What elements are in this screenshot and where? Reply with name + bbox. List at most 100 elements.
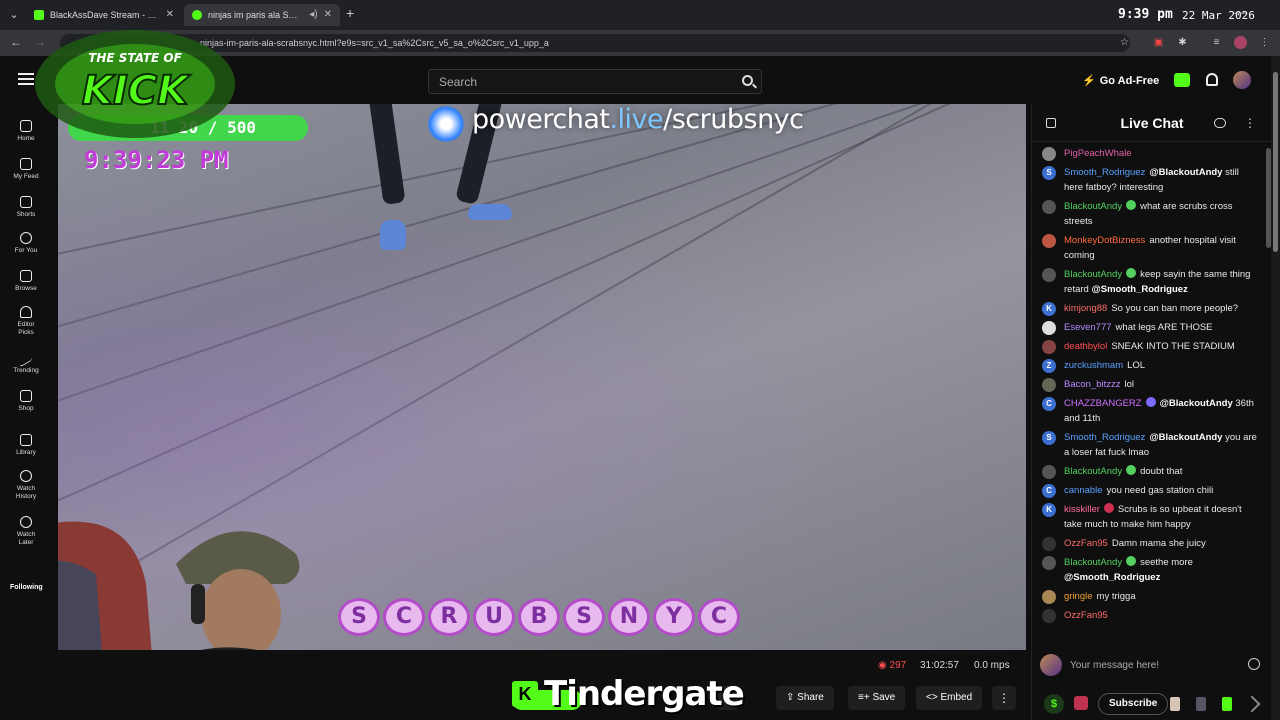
nav-item-watch-later[interactable]: Watch Later: [0, 516, 52, 547]
left-nav: Home My Feed Shorts For You Browse Edito…: [0, 104, 52, 720]
extension-icon[interactable]: ▣: [1152, 36, 1165, 49]
nav-item-watch-history[interactable]: Watch History: [0, 470, 52, 501]
search-icon[interactable]: [742, 75, 753, 86]
avatar[interactable]: [1042, 321, 1056, 335]
avatar[interactable]: [1042, 590, 1056, 604]
chat-more-icon[interactable]: ⋮: [1244, 116, 1256, 130]
avatar[interactable]: [1042, 378, 1056, 392]
chat-username[interactable]: PigPeachWhale: [1064, 148, 1132, 159]
overlay-clock: 9:39:23 PM: [84, 146, 229, 174]
emote-icon[interactable]: [1196, 697, 1206, 711]
new-tab-button[interactable]: +: [346, 5, 354, 21]
chat-mention[interactable]: @BlackoutAndy: [1149, 432, 1222, 443]
send-icon[interactable]: [1243, 695, 1261, 713]
bookmark-star-icon[interactable]: ☆: [1118, 36, 1131, 49]
chat-username[interactable]: OzzFan95: [1064, 538, 1108, 549]
chat-username[interactable]: BlackoutAndy: [1064, 201, 1122, 212]
avatar[interactable]: K: [1042, 302, 1056, 316]
tab-close-icon[interactable]: ✕: [166, 4, 174, 26]
avatar[interactable]: [1042, 537, 1056, 551]
avatar[interactable]: [1042, 609, 1056, 623]
chat-username[interactable]: Bacon_bitzzz: [1064, 379, 1121, 390]
avatar[interactable]: K: [1042, 503, 1056, 517]
browser-tab-1[interactable]: BlackAssDave Stream - Watch L ✕: [26, 4, 182, 26]
chat-username[interactable]: BlackoutAndy: [1064, 466, 1122, 477]
chat-username[interactable]: deathbylol: [1064, 341, 1107, 352]
gift-icon[interactable]: [1174, 73, 1190, 87]
chat-username[interactable]: BlackoutAndy: [1064, 557, 1122, 568]
chat-mention[interactable]: @Smooth_Rodriguez: [1064, 572, 1160, 583]
chat-settings-icon[interactable]: [1214, 118, 1226, 128]
chat-mention[interactable]: @BlackoutAndy: [1149, 167, 1222, 178]
avatar[interactable]: [1042, 340, 1056, 354]
nav-item-shop[interactable]: Shop: [0, 390, 52, 413]
avatar[interactable]: S: [1042, 166, 1056, 180]
chat-username[interactable]: BlackoutAndy: [1064, 269, 1122, 280]
dollar-icon[interactable]: $: [1044, 694, 1064, 714]
chat-username[interactable]: zurckushmam: [1064, 360, 1123, 371]
chat-username[interactable]: gringle: [1064, 591, 1093, 602]
browser-tab-2[interactable]: ninjas im paris ala SCRABSN ◂) ✕: [184, 4, 340, 26]
nav-item-library[interactable]: Library: [0, 434, 52, 457]
emote-icon[interactable]: [1170, 697, 1180, 711]
nav-item-editor-picks[interactable]: Editor Picks: [0, 306, 52, 337]
avatar[interactable]: [1042, 234, 1056, 248]
chat-username[interactable]: OzzFan95: [1064, 610, 1108, 621]
scroll-thumb[interactable]: [1273, 72, 1278, 252]
chat-username[interactable]: kimjong88: [1064, 303, 1107, 314]
go-adfree-button[interactable]: ⚡ Go Ad-Free: [1082, 74, 1159, 87]
menu-list-icon[interactable]: ≡: [1210, 36, 1223, 49]
trending-icon: [20, 348, 32, 368]
chat-username[interactable]: MonkeyDotBizness: [1064, 235, 1145, 246]
chat-mention[interactable]: @BlackoutAndy: [1160, 398, 1233, 409]
puzzle-icon[interactable]: ✱: [1176, 36, 1189, 49]
emoji-icon[interactable]: [1248, 658, 1260, 670]
avatar[interactable]: [1042, 465, 1056, 479]
chat-message-input[interactable]: [1070, 652, 1250, 678]
chat-username[interactable]: Smooth_Rodriguez: [1064, 432, 1145, 443]
embed-button[interactable]: <> Embed: [916, 686, 983, 710]
nav-item-trending[interactable]: Trending: [0, 348, 52, 375]
page-scrollbar[interactable]: [1271, 56, 1280, 720]
avatar[interactable]: [1042, 147, 1056, 161]
chat-username[interactable]: Eseven777: [1064, 322, 1112, 333]
avatar[interactable]: Z: [1042, 359, 1056, 373]
chat-username[interactable]: CHAZZBANGERZ: [1064, 398, 1142, 409]
nav-item-browse[interactable]: Browse: [0, 270, 52, 293]
search-input[interactable]: [429, 70, 729, 93]
gift-icon[interactable]: [1074, 696, 1088, 710]
browser-menu-icon[interactable]: ⋮: [1258, 36, 1271, 49]
chat-username[interactable]: kisskiller: [1064, 504, 1100, 515]
chat-message: C CHAZZBANGERZ @BlackoutAndy 36th and 11th: [1032, 394, 1264, 428]
minimize-icon[interactable]: —: [1234, 5, 1246, 19]
more-options-icon[interactable]: ⋮: [992, 686, 1016, 710]
save-button[interactable]: ≡+ Save: [848, 686, 906, 710]
tab-close-icon[interactable]: ✕: [324, 4, 332, 26]
avatar[interactable]: S: [1042, 431, 1056, 445]
chat-mention[interactable]: @Smooth_Rodriguez: [1091, 284, 1187, 295]
nav-item-for-you[interactable]: For You: [0, 232, 52, 255]
chat-username[interactable]: Smooth_Rodriguez: [1064, 167, 1145, 178]
nav-label: Watch History: [15, 485, 37, 500]
tab-list-chevron-icon[interactable]: ⌄: [6, 7, 22, 23]
subscribe-button[interactable]: Subscribe: [1098, 693, 1169, 715]
speaker-icon[interactable]: ◂): [309, 4, 317, 26]
history-icon: [20, 470, 32, 482]
back-icon[interactable]: ←: [10, 35, 22, 49]
video-player[interactable]: powerchat.live/scrubsnyc 11 20 / 500 9:3…: [58, 104, 1026, 650]
search-bar[interactable]: [428, 69, 762, 94]
avatar[interactable]: [1042, 556, 1056, 570]
shoe: [380, 220, 406, 250]
chat-username[interactable]: cannable: [1064, 485, 1103, 496]
share-button[interactable]: ⇪ Share: [776, 686, 834, 710]
bell-icon[interactable]: [1206, 73, 1218, 86]
avatar[interactable]: C: [1042, 397, 1056, 411]
avatar[interactable]: C: [1042, 484, 1056, 498]
nav-item-my-feed[interactable]: My Feed: [0, 158, 52, 181]
avatar[interactable]: [1233, 71, 1251, 89]
avatar[interactable]: [1042, 200, 1056, 214]
profile-icon[interactable]: [1234, 36, 1247, 49]
avatar[interactable]: [1042, 268, 1056, 282]
nav-item-shorts[interactable]: Shorts: [0, 196, 52, 219]
emote-icon[interactable]: [1222, 697, 1232, 711]
